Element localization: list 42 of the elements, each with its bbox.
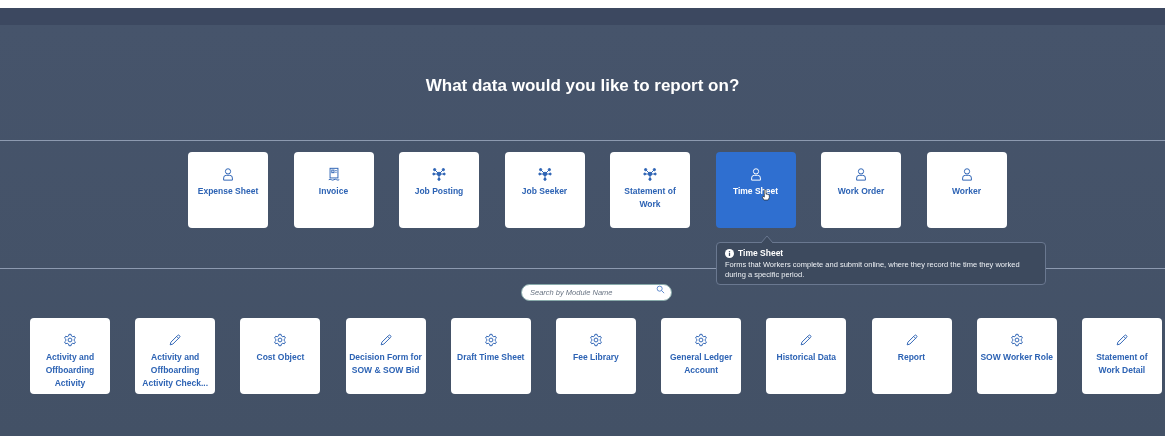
module-tile[interactable]: General Ledger Account [661, 318, 742, 394]
module-tile[interactable]: Decision Form for SOW & SOW Bid [345, 318, 426, 394]
person-icon [221, 167, 235, 181]
module-tile[interactable]: Time Sheet [715, 152, 796, 228]
gear-icon [483, 333, 498, 347]
module-tile[interactable]: Cost Object [240, 318, 321, 394]
module-tile[interactable]: SOW Worker Role [976, 318, 1057, 394]
gear-icon [273, 333, 288, 347]
module-tile[interactable]: Activity and Offboarding Activity [30, 318, 110, 394]
pencil-icon [1114, 333, 1129, 347]
pencil-icon [378, 333, 393, 347]
person-icon [748, 167, 763, 181]
network-icon [432, 167, 446, 181]
module-tile[interactable]: Report [871, 318, 952, 394]
module-tile[interactable]: Expense Sheet [188, 152, 268, 228]
module-tile[interactable]: Job Seeker [504, 152, 585, 228]
pencil-icon [799, 333, 814, 347]
module-tile[interactable]: Statement of Work [610, 152, 690, 228]
network-icon [537, 167, 552, 181]
search-icon [656, 285, 665, 294]
pencil-icon [904, 333, 919, 347]
gear-icon [588, 333, 603, 347]
module-tile[interactable]: Job Posting [399, 152, 479, 228]
pencil-icon [168, 333, 183, 347]
network-icon [643, 167, 657, 181]
module-tile[interactable]: Work Order [821, 152, 901, 228]
module-tile[interactable]: Statement of Work Detail [1081, 318, 1162, 394]
person-icon [959, 167, 974, 181]
module-tile[interactable]: Historical Data [766, 318, 847, 394]
dialog-title: What data would you like to report on? [424, 75, 741, 97]
info-icon [725, 248, 734, 258]
module-tile[interactable]: Draft Time Sheet [450, 318, 531, 394]
module-tile[interactable]: Activity and Offboarding Activity Check... [135, 318, 216, 394]
gear-icon [694, 333, 709, 347]
module-tile[interactable]: Fee Library [555, 318, 636, 394]
module-tile[interactable]: Worker [926, 152, 1007, 228]
gear-icon [1009, 333, 1024, 347]
gear-icon [63, 333, 77, 347]
tooltip-title: Time Sheet [738, 248, 784, 258]
module-tile[interactable]: Invoice [293, 152, 374, 228]
document-icon [326, 167, 341, 181]
person-icon [854, 167, 868, 181]
